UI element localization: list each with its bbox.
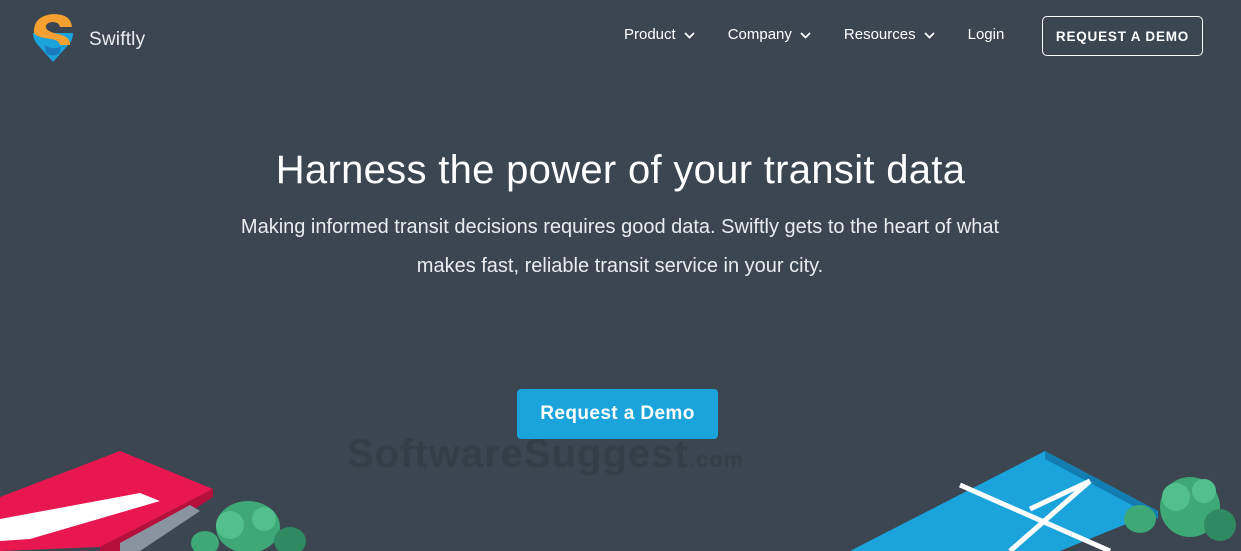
chevron-down-icon: [684, 31, 695, 39]
hero-subtitle: Making informed transit decisions requir…: [240, 216, 1000, 277]
nav-company[interactable]: Company: [728, 26, 811, 43]
nav-resources-label: Resources: [843, 26, 916, 43]
tree-icon: [191, 501, 306, 551]
watermark-suffix: .com: [688, 447, 745, 472]
brand-logo[interactable]: Swiftly: [31, 13, 145, 63]
nav-login[interactable]: Login: [968, 26, 1005, 43]
nav-company-label: Company: [727, 26, 792, 43]
brand-name: Swiftly: [89, 29, 146, 50]
nav-product[interactable]: Product: [624, 26, 695, 43]
tree-icon: [1124, 477, 1236, 541]
nav-product-label: Product: [624, 26, 676, 43]
request-demo-nav-button[interactable]: REQUEST A DEMO: [1042, 16, 1203, 56]
request-demo-button[interactable]: Request a Demo: [517, 389, 718, 439]
swiftly-logo-icon: [33, 14, 73, 62]
top-navbar: Swiftly Product Company Resources Login …: [0, 0, 1241, 76]
map-tile: [850, 451, 1158, 551]
main-nav: Product Company Resources Login: [624, 26, 1004, 43]
transit-map-illustration: [850, 451, 1236, 551]
nav-resources[interactable]: Resources: [844, 26, 935, 43]
nav-login-label: Login: [967, 26, 1005, 43]
chevron-down-icon: [800, 31, 811, 39]
chevron-down-icon: [923, 31, 935, 39]
bus-illustration: [0, 451, 306, 551]
hero-title: Harness the power of your transit data: [275, 148, 966, 192]
